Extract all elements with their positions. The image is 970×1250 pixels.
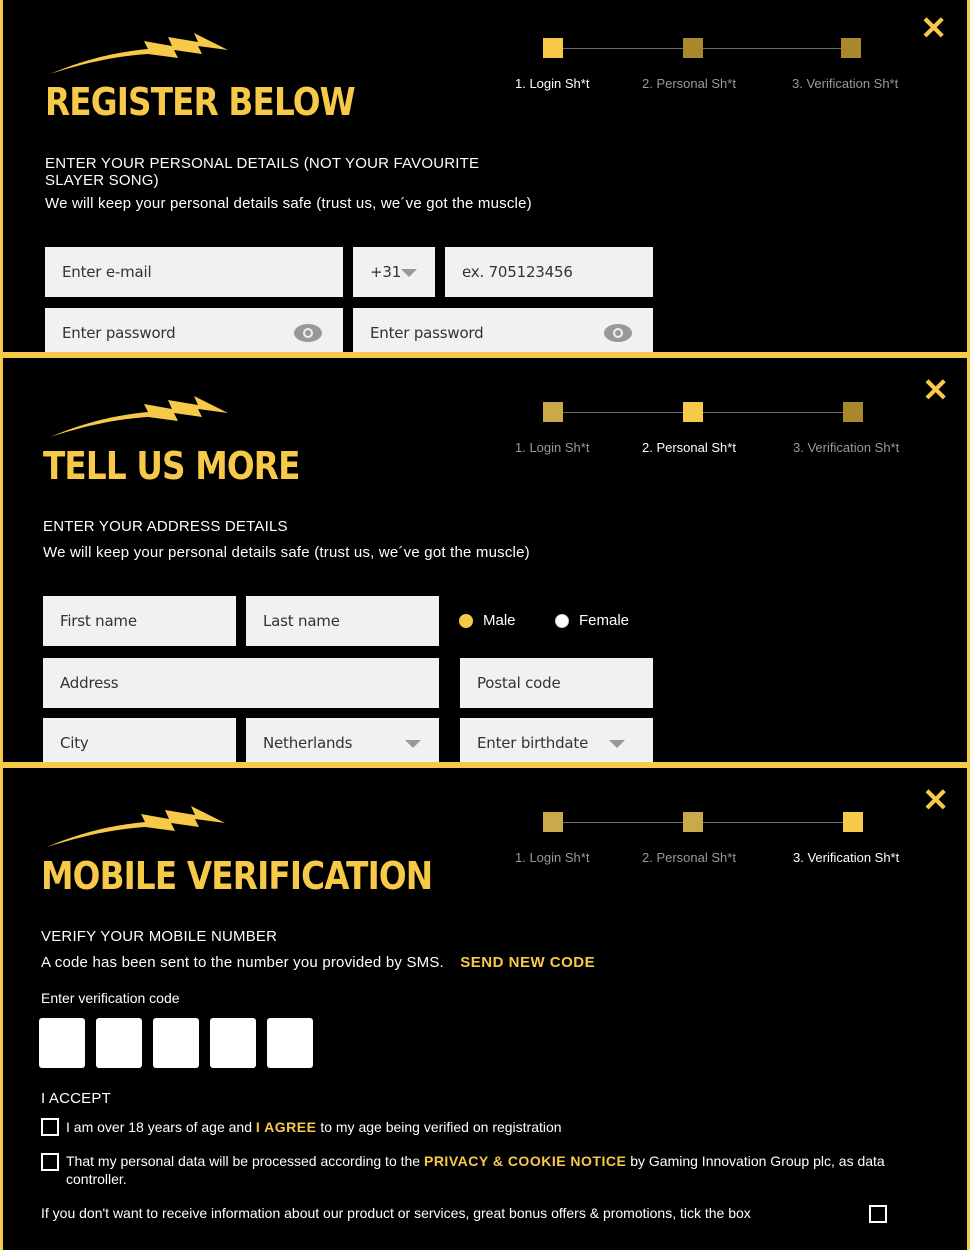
- code-digit-4[interactable]: [210, 1018, 256, 1068]
- lightning-bolt-icon: [50, 396, 228, 437]
- birthdate-placeholder: Enter birthdate: [477, 734, 589, 752]
- privacy-cookie-notice-link[interactable]: PRIVACY & COOKIE NOTICE: [424, 1153, 626, 1169]
- password-confirm-field[interactable]: Enter password: [353, 308, 653, 352]
- step-3-label: 3. Verification Sh*t: [792, 76, 899, 91]
- marketing-optout-checkbox[interactable]: [869, 1205, 887, 1223]
- progress-steps: 1. Login Sh*t 2. Personal Sh*t 3. Verifi…: [515, 402, 963, 462]
- marketing-optout-text: If you don't want to receive information…: [41, 1205, 751, 1221]
- radio-selected-icon: [459, 613, 473, 628]
- country-select[interactable]: Netherlands: [246, 718, 439, 762]
- birthdate-select[interactable]: Enter birthdate: [460, 718, 653, 762]
- progress-line: [561, 48, 861, 49]
- step-1-marker: [543, 402, 563, 422]
- country-code-select[interactable]: +31: [353, 247, 435, 297]
- password-field[interactable]: Enter password: [45, 308, 343, 352]
- register-login-panel: ✕ REGISTER BELOW 1. Login Sh*t 2. Person…: [0, 0, 970, 355]
- section-subtitle: ENTER YOUR ADDRESS DETAILS: [43, 518, 288, 535]
- code-digit-1[interactable]: [39, 1018, 85, 1068]
- first-name-field[interactable]: First name: [43, 596, 236, 646]
- privacy-note: We will keep your personal details safe …: [45, 195, 532, 212]
- privacy-consent-pre: That my personal data will be processed …: [66, 1153, 421, 1169]
- page-title: MOBILE VERIFICATION: [41, 854, 433, 898]
- age-checkbox[interactable]: [41, 1118, 59, 1136]
- step-1-label: 1. Login Sh*t: [515, 76, 590, 91]
- sms-note: A code has been sent to the number you p…: [41, 954, 595, 971]
- gender-male-label: Male: [483, 612, 516, 629]
- lightning-bolt-icon: [47, 806, 225, 847]
- step-3-label: 3. Verification Sh*t: [793, 850, 900, 865]
- code-digit-2[interactable]: [96, 1018, 142, 1068]
- postal-code-field[interactable]: Postal code: [460, 658, 653, 708]
- privacy-consent-text: That my personal data will be processed …: [66, 1152, 926, 1188]
- section-subtitle: VERIFY YOUR MOBILE NUMBER: [41, 928, 278, 945]
- city-field[interactable]: City: [43, 718, 236, 762]
- sms-note-text: A code has been sent to the number you p…: [41, 954, 444, 971]
- gender-female-radio[interactable]: Female: [555, 612, 629, 629]
- section-subtitle: ENTER YOUR PERSONAL DETAILS (NOT YOUR FA…: [45, 155, 480, 189]
- privacy-checkbox[interactable]: [41, 1153, 59, 1171]
- age-consent-post: to my age being verified on registration: [320, 1119, 562, 1135]
- progress-line: [561, 822, 861, 823]
- accept-heading: I ACCEPT: [41, 1090, 111, 1107]
- step-1-label: 1. Login Sh*t: [515, 440, 590, 455]
- gender-male-radio[interactable]: Male: [459, 612, 516, 629]
- code-digit-3[interactable]: [153, 1018, 199, 1068]
- page-title: TELL US MORE: [43, 444, 300, 488]
- code-label: Enter verification code: [41, 990, 180, 1006]
- step-2-label: 2. Personal Sh*t: [642, 850, 736, 865]
- chevron-down-icon: [405, 740, 421, 748]
- chevron-down-icon: [609, 740, 625, 748]
- step-1-label: 1. Login Sh*t: [515, 850, 590, 865]
- lightning-bolt-icon: [50, 33, 228, 74]
- radio-unselected-icon: [555, 613, 569, 628]
- age-consent-pre: I am over 18 years of age and: [66, 1119, 252, 1135]
- step-3-marker: [843, 402, 863, 422]
- register-personal-panel: ✕ TELL US MORE 1. Login Sh*t 2. Personal…: [0, 355, 970, 765]
- step-1-marker: [543, 38, 563, 58]
- chevron-down-icon: [401, 269, 417, 277]
- step-2-label: 2. Personal Sh*t: [642, 76, 736, 91]
- step-2-marker: [683, 38, 703, 58]
- address-field[interactable]: Address: [43, 658, 439, 708]
- step-2-label: 2. Personal Sh*t: [642, 440, 736, 455]
- progress-steps: 1. Login Sh*t 2. Personal Sh*t 3. Verifi…: [515, 38, 963, 98]
- eye-icon[interactable]: [603, 323, 633, 343]
- age-consent-text: I am over 18 years of age and I AGREE to…: [66, 1118, 562, 1136]
- page-title: REGISTER BELOW: [45, 80, 356, 124]
- password-placeholder: Enter password: [62, 324, 176, 342]
- password-confirm-placeholder: Enter password: [370, 324, 484, 342]
- eye-icon[interactable]: [293, 323, 323, 343]
- step-3-marker: [841, 38, 861, 58]
- step-1-marker: [543, 812, 563, 832]
- progress-steps: 1. Login Sh*t 2. Personal Sh*t 3. Verifi…: [515, 812, 963, 872]
- gender-female-label: Female: [579, 612, 630, 629]
- phone-field[interactable]: ex. 705123456: [445, 247, 653, 297]
- register-verification-panel: ✕ MOBILE VERIFICATION 1. Login Sh*t 2. P…: [0, 765, 970, 1250]
- code-digit-5[interactable]: [267, 1018, 313, 1068]
- i-agree-link[interactable]: I AGREE: [256, 1119, 317, 1135]
- step-3-label: 3. Verification Sh*t: [793, 440, 900, 455]
- step-2-marker: [683, 402, 703, 422]
- country-value: Netherlands: [263, 734, 353, 752]
- step-2-marker: [683, 812, 703, 832]
- send-new-code-link[interactable]: SEND NEW CODE: [460, 954, 595, 971]
- last-name-field[interactable]: Last name: [246, 596, 439, 646]
- privacy-note: We will keep your personal details safe …: [43, 544, 530, 561]
- progress-line: [561, 412, 861, 413]
- country-code-value: +31: [370, 263, 402, 281]
- email-field[interactable]: Enter e-mail: [45, 247, 343, 297]
- step-3-marker: [843, 812, 863, 832]
